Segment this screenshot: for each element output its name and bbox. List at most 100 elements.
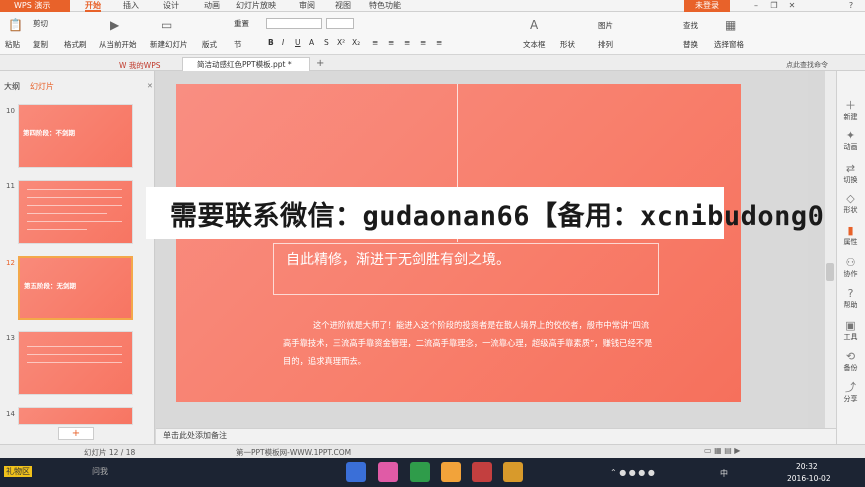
play-icon[interactable]: ▶ [110, 18, 119, 32]
taskbar-app-icon[interactable] [472, 462, 492, 482]
reset-button[interactable]: 重置 [234, 18, 249, 29]
slide-number: 11 [6, 182, 15, 190]
add-slide-button[interactable]: + [58, 427, 94, 440]
tab-slides[interactable]: 幻灯片 [30, 81, 54, 92]
sidebar-item-collab[interactable]: ⚇ 协作 [836, 257, 865, 279]
picture-button[interactable]: 图片 [598, 20, 613, 31]
distribute-icon[interactable]: ≡ [436, 38, 442, 47]
textbox-icon[interactable]: A [530, 18, 538, 32]
slide-thumbnail-13[interactable] [18, 331, 133, 395]
sidebar-item-help[interactable]: ? 帮助 [836, 288, 865, 310]
new-slide-button[interactable]: 新建幻灯片 [150, 39, 188, 50]
thumbnail-text-line [27, 213, 107, 214]
sidebar-item-label: 分享 [843, 395, 858, 403]
arrange-button[interactable]: 排列 [598, 39, 613, 50]
font-size-input[interactable] [326, 18, 354, 29]
paste-icon[interactable]: 📋 [8, 18, 23, 32]
taskbar-app-icon[interactable] [410, 462, 430, 482]
replace-button[interactable]: 替换 [683, 39, 698, 50]
new-slide-icon[interactable]: ▭ [161, 18, 172, 32]
my-wps-tab[interactable]: W 我的WPS [119, 60, 161, 71]
notes-field[interactable]: 单击此处添加备注 [156, 428, 836, 444]
tab-insert[interactable]: 插入 [123, 0, 139, 12]
tab-features[interactable]: 特色功能 [369, 0, 401, 12]
tab-outline[interactable]: 大纲 [4, 81, 20, 92]
format-painter-button[interactable]: 格式刷 [64, 39, 87, 50]
underline-button[interactable]: U [295, 38, 301, 47]
login-button[interactable]: 未登录 [684, 0, 730, 12]
document-tab[interactable]: 简洁动感红色PPT模板.ppt * [182, 57, 310, 71]
thumbnail-text-line [27, 362, 122, 363]
close-pane-icon[interactable]: ✕ [147, 82, 153, 90]
paste-button[interactable]: 粘贴 [5, 39, 20, 50]
taskbar-app-icon[interactable] [503, 462, 523, 482]
cut-button[interactable]: 剪切 [33, 18, 48, 29]
template-credit: 第一PPT模板网-WWW.1PPT.COM [236, 448, 352, 457]
sidebar-item-tools[interactable]: ▣ 工具 [836, 320, 865, 342]
select-pane-icon[interactable]: ▦ [725, 18, 736, 32]
collab-icon: ⚇ [845, 256, 856, 269]
align-center-icon[interactable]: ≡ [388, 38, 394, 47]
italic-button[interactable]: I [282, 38, 284, 47]
command-search[interactable]: 点此查找命令 [786, 60, 828, 70]
view-mode-icons[interactable]: ▭ ▦ ▤ ▶ [704, 446, 740, 455]
textbox-button[interactable]: 文本框 [523, 39, 546, 50]
taskbar-app-icon[interactable] [441, 462, 461, 482]
copy-button[interactable]: 复制 [33, 39, 48, 50]
subscript-button[interactable]: X₂ [352, 38, 360, 47]
sidebar-item-animation[interactable]: ✦ 动画 [836, 130, 865, 152]
tab-review[interactable]: 审阅 [299, 0, 315, 12]
section-button[interactable]: 节 [234, 39, 242, 50]
select-pane-button[interactable]: 选择窗格 [714, 39, 744, 50]
slide-thumbnail-12[interactable]: 第五阶段：无剑期 [18, 256, 133, 320]
clock-time[interactable]: 20:32 [796, 462, 818, 471]
sidebar-item-share[interactable]: ⤴ 分享 [836, 382, 865, 404]
align-left-icon[interactable]: ≡ [372, 38, 378, 47]
slide-thumbnail-10[interactable]: 第四阶段：不剑期 [18, 104, 133, 168]
font-color-button[interactable]: A [309, 38, 314, 47]
bold-button[interactable]: B [268, 38, 274, 47]
find-button[interactable]: 查找 [683, 20, 698, 31]
search-box[interactable]: 问我 [92, 466, 108, 477]
align-right-icon[interactable]: ≡ [404, 38, 410, 47]
input-method[interactable]: 中 [720, 468, 728, 479]
start-button[interactable]: 礼物区 [4, 466, 32, 477]
tab-home[interactable]: 开始 [85, 0, 101, 12]
close-icon[interactable]: ✕ [784, 0, 800, 12]
strikethrough-button[interactable]: S [324, 38, 329, 47]
justify-icon[interactable]: ≡ [420, 38, 426, 47]
tab-slideshow[interactable]: 幻灯片放映 [236, 0, 276, 12]
minimize-icon[interactable]: – [748, 0, 764, 12]
restore-icon[interactable]: ❐ [766, 0, 782, 12]
sidebar-item-properties[interactable]: ▮ 属性 [836, 225, 865, 247]
taskbar-app-icon[interactable] [346, 462, 366, 482]
sidebar-item-backup[interactable]: ⟲ 备份 [836, 351, 865, 373]
slide-body-text[interactable]: 这个进阶就是大师了！能进入这个阶段的投资者是在散人境界上的佼佼者，般市中常讲“四… [283, 316, 655, 370]
help-circle-icon: ? [847, 287, 854, 300]
slide-thumbnail-11[interactable] [18, 180, 133, 244]
scrollbar-thumb[interactable] [826, 263, 834, 281]
clock-date[interactable]: 2016-10-02 [787, 474, 831, 483]
vertical-scrollbar[interactable] [825, 71, 836, 428]
app-menu-button[interactable]: WPS 演示 [0, 0, 70, 12]
sidebar-item-transition[interactable]: ⇄ 切换 [836, 163, 865, 185]
sidebar-item-new[interactable]: ＋新建 [836, 100, 865, 122]
slide-thumbnail-14[interactable] [18, 407, 133, 425]
shape-button[interactable]: 形状 [560, 39, 575, 50]
tray-icons[interactable]: ⌃ ● ● ● ● [610, 468, 655, 477]
sidebar-item-label: 新建 [843, 113, 858, 121]
help-icon[interactable]: ? [843, 0, 859, 12]
font-name-input[interactable] [266, 18, 322, 29]
tab-animation[interactable]: 动画 [204, 0, 220, 12]
from-current-button[interactable]: 从当前开始 [99, 39, 137, 50]
shape-icon: ◇ [846, 192, 855, 205]
taskbar-app-icon[interactable] [378, 462, 398, 482]
layout-button[interactable]: 版式 [202, 39, 217, 50]
tab-design[interactable]: 设计 [163, 0, 179, 12]
sidebar-item-shape[interactable]: ◇ 形状 [836, 193, 865, 215]
tab-view[interactable]: 视图 [335, 0, 351, 12]
backup-icon: ⟲ [845, 350, 856, 363]
new-tab-icon[interactable]: + [316, 58, 324, 69]
superscript-button[interactable]: X² [337, 38, 345, 47]
share-icon: ⤴ [845, 381, 856, 394]
